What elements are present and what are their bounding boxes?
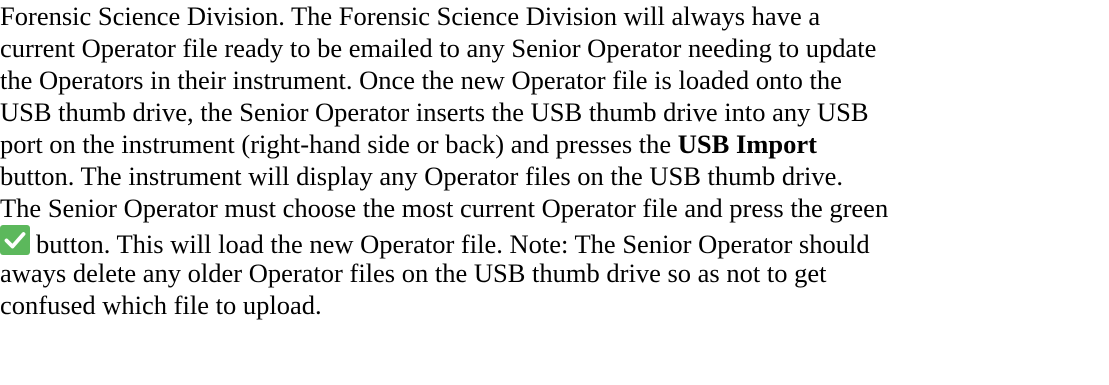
- text-line-3: the Operators in their instrument. Once …: [0, 65, 842, 95]
- usb-import-label: USB Import: [677, 129, 817, 159]
- text-line-8-rest: button. This will load the new Operator …: [36, 229, 870, 259]
- text-line-5-lead: port on the instrument (right-hand side …: [0, 129, 678, 159]
- text-line-2: current Operator file ready to be emaile…: [0, 33, 877, 63]
- text-line-5: port on the instrument (right-hand side …: [0, 128, 817, 160]
- text-line-1: Forensic Science Division. The Forensic …: [0, 1, 821, 31]
- text-line-6: button. The instrument will display any …: [0, 161, 843, 191]
- text-line-9: aways delete any older Operator files on…: [0, 258, 827, 288]
- text-line-8: button. This will load the new Operator …: [0, 225, 870, 260]
- text-line-4: USB thumb drive, the Senior Operator ins…: [0, 97, 869, 127]
- green-checkmark-icon: [0, 225, 30, 255]
- text-line-10: confused which file to upload.: [0, 290, 322, 320]
- text-line-7: The Senior Operator must choose the most…: [0, 193, 889, 223]
